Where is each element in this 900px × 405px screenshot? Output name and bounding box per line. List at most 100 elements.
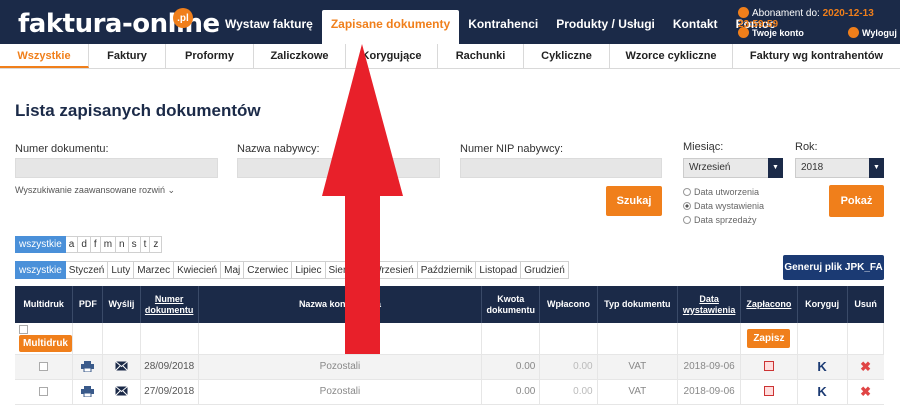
sort-numer[interactable]: Numer dokumentu	[145, 294, 194, 315]
select-all-checkbox[interactable]	[19, 325, 28, 335]
letter-n[interactable]: n	[116, 236, 129, 253]
printer-icon[interactable]	[81, 385, 95, 397]
subnav-faktury[interactable]: Faktury	[89, 44, 166, 68]
month-marzec[interactable]: Marzec	[134, 261, 175, 279]
row-checkbox[interactable]	[39, 386, 49, 396]
subnav-rachunki[interactable]: Rachunki	[438, 44, 524, 68]
radio-data-sprzedazy[interactable]: Data sprzedaży	[683, 215, 757, 225]
month-luty[interactable]: Luty	[108, 261, 135, 279]
correct-icon[interactable]: K	[817, 384, 826, 399]
month-pazdziernik[interactable]: Październik	[417, 261, 477, 279]
month-filter: wszystkie Styczeń Luty Marzec Kwiecień M…	[15, 261, 569, 279]
letter-z[interactable]: z	[150, 236, 163, 253]
paid-checkbox[interactable]	[763, 386, 774, 397]
letter-f[interactable]: f	[90, 236, 101, 253]
row-type: VAT	[597, 354, 678, 380]
letter-t[interactable]: t	[140, 236, 151, 253]
month-sierpien[interactable]: Sierpień	[325, 261, 370, 279]
col-nazwa-kontrahenta: Nazwa kontrahenta	[198, 286, 483, 323]
advanced-search-toggle[interactable]: Wyszukiwanie zaawansowane rozwiń ⌄	[15, 185, 175, 196]
radio-label: Data utworzenia	[694, 187, 760, 197]
correct-icon[interactable]: K	[817, 359, 826, 374]
month-lipiec[interactable]: Lipiec	[292, 261, 326, 279]
month-grudzien[interactable]: Grudzień	[521, 261, 569, 279]
letter-wszystkie[interactable]: wszystkie	[15, 236, 66, 253]
doc-number-input[interactable]	[15, 158, 218, 178]
user-icon	[738, 27, 749, 38]
col-typ-dokumentu: Typ dokumentu	[597, 286, 678, 323]
radio-data-wystawienia[interactable]: Data wystawienia	[683, 201, 764, 211]
year-value: 2018	[801, 162, 824, 173]
generate-jpk-button[interactable]: Generuj plik JPK_FA	[783, 255, 884, 280]
letter-s[interactable]: s	[128, 236, 141, 253]
main-nav: Wystaw fakturę Zapisane dokumenty Kontra…	[216, 0, 785, 44]
subnav-wszystkie[interactable]: Wszystkie	[0, 44, 89, 68]
subnav-zaliczkowe[interactable]: Zaliczkowe	[254, 44, 346, 68]
month-listopad[interactable]: Listopad	[476, 261, 522, 279]
multidruk-button[interactable]: Multidruk	[19, 335, 72, 353]
letter-d[interactable]: d	[78, 236, 91, 253]
show-button[interactable]: Pokaż	[829, 185, 884, 217]
printer-icon[interactable]	[81, 360, 95, 372]
documents-table: Multidruk PDF Wyślij Numer dokumentu Naz…	[15, 286, 885, 405]
month-kwiecien[interactable]: Kwiecień	[174, 261, 222, 279]
logo-badge: .pl	[173, 8, 193, 28]
buyer-nip-input[interactable]	[460, 158, 662, 178]
month-czerwiec[interactable]: Czerwiec	[244, 261, 293, 279]
letter-a[interactable]: a	[65, 236, 79, 253]
nav-kontrahenci[interactable]: Kontrahenci	[459, 0, 547, 44]
month-maj[interactable]: Maj	[221, 261, 245, 279]
search-button[interactable]: Szukaj	[606, 186, 662, 216]
logout-link[interactable]: Wyloguj	[848, 27, 897, 38]
col-numer-dokumentu[interactable]: Numer dokumentu	[140, 286, 199, 323]
buyer-name-input[interactable]	[237, 158, 440, 178]
envelope-icon[interactable]	[115, 386, 128, 397]
row-paid: 0.00	[539, 354, 598, 380]
table-header-row: Multidruk PDF Wyślij Numer dokumentu Naz…	[15, 286, 884, 323]
year-label: Rok:	[795, 141, 818, 153]
row-contractor: Pozostali	[198, 354, 483, 380]
month-styczen[interactable]: Styczeń	[65, 261, 109, 279]
month-select[interactable]: Wrzesień ▼	[683, 158, 783, 178]
subnav-cykliczne[interactable]: Cykliczne	[524, 44, 610, 68]
top-bar: faktura-online .pl Wystaw fakturę Zapisa…	[0, 0, 900, 44]
nav-kontakt[interactable]: Kontakt	[664, 0, 727, 44]
subscription-label: Abonament do:	[752, 8, 820, 19]
delete-icon[interactable]: ✖	[860, 359, 871, 374]
row-date: 2018-09-06	[677, 379, 742, 405]
col-zaplacono[interactable]: Zapłacono	[740, 286, 798, 323]
col-data-wystawienia[interactable]: Data wystawienia	[677, 286, 742, 323]
lock-icon	[848, 27, 859, 38]
sort-zaplacono[interactable]: Zapłacono	[746, 299, 791, 309]
radio-label: Data sprzedaży	[694, 215, 757, 225]
account-label: Twoje konto	[752, 28, 804, 38]
table-row: 28/09/2018 Pozostali 0.00 0.00 VAT 2018-…	[15, 354, 884, 380]
zapisz-button[interactable]: Zapisz	[747, 328, 791, 348]
radio-data-utworzenia[interactable]: Data utworzenia	[683, 187, 759, 197]
subnav-korygujace[interactable]: Korygujące	[346, 44, 438, 68]
nav-wystaw-fakture[interactable]: Wystaw fakturę	[216, 0, 322, 44]
account-link[interactable]: Twoje konto	[738, 27, 804, 38]
nav-zapisane-dokumenty[interactable]: Zapisane dokumenty	[321, 10, 460, 44]
envelope-icon[interactable]	[115, 361, 128, 372]
doc-number-label: Numer dokumentu:	[15, 143, 109, 155]
delete-icon[interactable]: ✖	[860, 384, 871, 399]
nav-produkty-uslugi[interactable]: Produkty / Usługi	[547, 0, 664, 44]
col-usun: Usuń	[847, 286, 884, 323]
subnav-faktury-wg-kontrahentow[interactable]: Faktury wg kontrahentów	[733, 44, 900, 68]
sort-data[interactable]: Data wystawienia	[683, 294, 736, 315]
row-paid: 0.00	[539, 379, 598, 405]
chevron-down-icon: ⌄	[167, 185, 176, 195]
subnav-wzorce-cykliczne[interactable]: Wzorce cykliczne	[610, 44, 733, 68]
advanced-search-label: Wyszukiwanie zaawansowane rozwiń	[15, 185, 165, 195]
letter-m[interactable]: m	[100, 236, 117, 253]
row-contractor: Pozostali	[198, 379, 483, 405]
logout-label: Wyloguj	[862, 28, 897, 38]
subnav-proformy[interactable]: Proformy	[166, 44, 254, 68]
table-toolbar-row: Multidruk Zapisz	[15, 323, 885, 355]
row-checkbox[interactable]	[39, 361, 49, 371]
month-wszystkie[interactable]: wszystkie	[15, 261, 66, 279]
month-wrzesien[interactable]: Wrzesień	[369, 261, 418, 279]
paid-checkbox[interactable]	[763, 361, 774, 372]
year-select[interactable]: 2018 ▼	[795, 158, 884, 178]
